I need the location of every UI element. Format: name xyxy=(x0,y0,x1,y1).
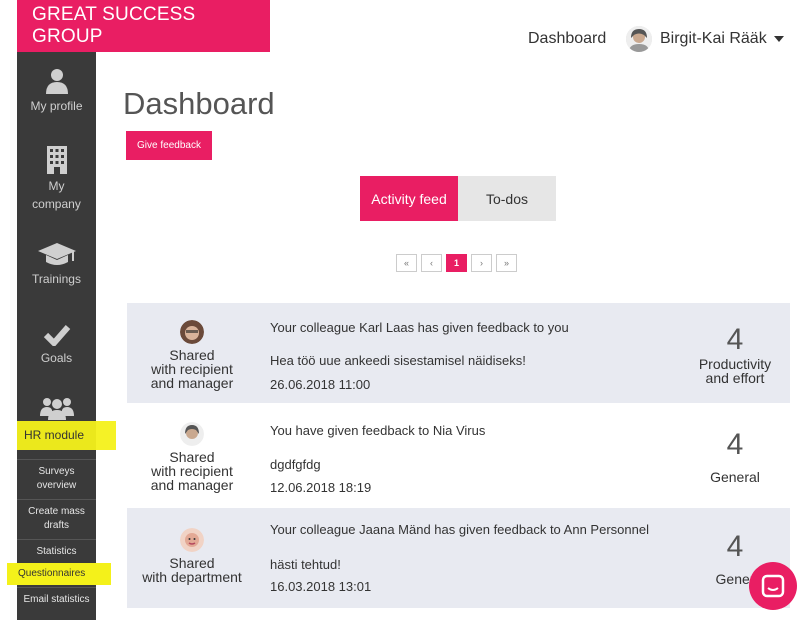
pager-prev[interactable]: ‹ xyxy=(421,254,442,272)
sidebar-subitem-create-mass-drafts[interactable]: Create mass drafts xyxy=(17,499,96,539)
subitem-label: Create mass drafts xyxy=(28,506,85,531)
score-value: 4 xyxy=(726,530,744,563)
feed-item[interactable]: Shared with recipient and manager You ha… xyxy=(127,406,790,506)
share-line: and manager xyxy=(150,477,234,493)
sidebar-item-trainings[interactable]: Trainings xyxy=(17,243,96,288)
pager-first[interactable]: « xyxy=(396,254,417,272)
sidebar-item-label: Goals xyxy=(40,351,73,365)
feed-text: Hea töö uue ankeedi sisestamisel näidise… xyxy=(270,353,526,368)
building-icon xyxy=(46,146,67,174)
pager-last[interactable]: » xyxy=(496,254,517,272)
sidebar-subitem-statistics[interactable]: Statistics xyxy=(17,539,96,563)
score-category: and effort xyxy=(705,370,765,386)
avatar-jaana-icon xyxy=(180,528,204,552)
brand-logo[interactable]: GREAT SUCCESS GROUP xyxy=(17,0,270,52)
score-value: 4 xyxy=(726,428,744,461)
feed-item[interactable]: Shared with department Your colleague Ja… xyxy=(127,508,790,608)
tab-bar: Activity feed To-dos xyxy=(360,176,556,221)
nav-dashboard-link[interactable]: Dashboard xyxy=(528,30,606,48)
share-line: with department xyxy=(142,569,242,585)
pagination: « ‹ 1 › » xyxy=(396,254,521,272)
share-line: Shared xyxy=(169,347,215,363)
feed-date: 26.06.2018 11:00 xyxy=(270,377,371,392)
feed-date: 16.03.2018 13:01 xyxy=(270,579,372,594)
feed-title: Your colleague Karl Laas has given feedb… xyxy=(270,320,569,335)
sidebar-item-label: My profile xyxy=(30,99,83,113)
chat-icon xyxy=(761,574,785,598)
tab-to-dos[interactable]: To-dos xyxy=(458,176,556,221)
sidebar-subitem-email-statistics[interactable]: Email statistics xyxy=(17,587,96,611)
share-info: Shared with department xyxy=(127,528,257,584)
sidebar-subitem-surveys-overview[interactable]: Surveys overview xyxy=(17,459,96,499)
score-value: 4 xyxy=(726,323,744,356)
sidebar-item-my-company[interactable]: My company xyxy=(17,146,96,213)
feed-text: hästi tehtud! xyxy=(270,557,341,572)
check-icon xyxy=(43,325,70,346)
page-title: Dashboard xyxy=(123,86,275,121)
share-line: with recipient xyxy=(151,361,233,377)
avatar-icon xyxy=(626,26,652,52)
caret-down-icon xyxy=(773,36,784,42)
sidebar-subitem-questionnaires[interactable]: Questionnaires xyxy=(18,568,85,579)
score-category: Productivity xyxy=(698,356,772,372)
brand-name: GREAT SUCCESS GROUP xyxy=(32,4,196,47)
sidebar-item-hr-module[interactable] xyxy=(17,396,96,423)
share-line: and manager xyxy=(150,375,234,391)
pager-page-1[interactable]: 1 xyxy=(446,254,467,272)
sidebar-item-goals[interactable]: Goals xyxy=(17,324,96,367)
feedback-score: 4 General xyxy=(680,428,790,484)
subitem-label: Surveys overview xyxy=(36,466,77,491)
avatar xyxy=(626,26,652,52)
sidebar-item-my-profile[interactable]: My profile xyxy=(17,68,96,115)
share-line: Shared xyxy=(169,449,215,465)
share-line: Shared xyxy=(169,555,215,571)
subitem-label: Statistics xyxy=(36,546,77,557)
avatar-birgit-icon xyxy=(180,422,204,446)
pager-next[interactable]: › xyxy=(471,254,492,272)
chat-launcher-button[interactable] xyxy=(749,562,797,610)
share-line: with recipient xyxy=(151,463,233,479)
feed-date: 12.06.2018 18:19 xyxy=(270,480,372,495)
feed-item[interactable]: Shared with recipient and manager Your c… xyxy=(127,303,790,403)
sidebar-item-label: My company xyxy=(32,179,81,211)
user-menu[interactable]: Birgit-Kai Rääk xyxy=(626,26,784,52)
feed-title: Your colleague Jaana Mänd has given feed… xyxy=(270,522,649,537)
tab-activity-feed[interactable]: Activity feed xyxy=(360,176,458,221)
give-feedback-button[interactable]: Give feedback xyxy=(126,131,212,160)
feed-text: dgdfgfdg xyxy=(270,457,321,472)
avatar-karl-icon xyxy=(180,320,204,344)
sidebar-item-label: Trainings xyxy=(32,272,81,286)
graduation-cap-icon xyxy=(37,243,76,265)
share-info: Shared with recipient and manager xyxy=(127,422,257,492)
feedback-score: 4 Productivity and effort xyxy=(680,323,790,385)
sidebar-item-label: HR module xyxy=(24,428,85,442)
feed-title: You have given feedback to Nia Virus xyxy=(270,423,486,438)
user-name: Birgit-Kai Rääk xyxy=(660,30,767,47)
users-icon xyxy=(39,398,74,420)
score-category: General xyxy=(710,469,760,485)
user-icon xyxy=(45,69,68,94)
share-info: Shared with recipient and manager xyxy=(127,320,257,390)
subitem-label: Email statistics xyxy=(23,594,90,605)
